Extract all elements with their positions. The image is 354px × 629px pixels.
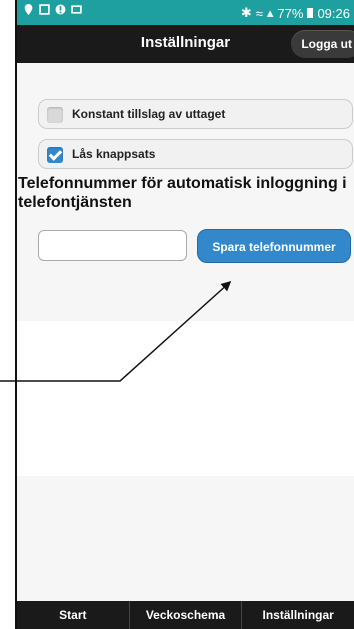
empty-area xyxy=(17,476,354,601)
phone-number-input[interactable] xyxy=(38,230,187,261)
phone-frame: ✱ ≈ ▴ 77% 09:26 Inställningar Logga ut K… xyxy=(15,0,354,629)
logout-button[interactable]: Logga ut xyxy=(291,30,354,58)
gallery-icon xyxy=(39,4,50,15)
tab-settings[interactable]: Inställningar xyxy=(242,601,354,629)
wifi-icon: ≈ xyxy=(255,5,263,21)
clock: 09:26 xyxy=(317,5,350,21)
app-header: Inställningar Logga ut xyxy=(17,25,354,63)
bluetooth-icon: ✱ xyxy=(240,5,252,20)
photo-icon xyxy=(71,5,82,14)
constant-switch-checkbox[interactable]: Konstant tillslag av uttaget xyxy=(38,99,353,129)
location-icon xyxy=(24,4,33,15)
signal-icon: ▴ xyxy=(266,5,274,20)
tab-start[interactable]: Start xyxy=(17,601,130,629)
battery-icon xyxy=(307,8,314,18)
checkbox-checked-icon xyxy=(47,147,63,163)
empty-area xyxy=(17,321,354,476)
lock-keypad-checkbox[interactable]: Lås knappsats xyxy=(38,139,353,169)
alert-icon xyxy=(55,4,66,15)
status-bar: ✱ ≈ ▴ 77% 09:26 xyxy=(17,0,354,25)
phone-number-heading: Telefonnummer för automatisk inloggning … xyxy=(18,175,347,211)
save-phone-button[interactable]: Spara telefonnummer xyxy=(197,229,351,263)
checkbox-label: Lås knappsats xyxy=(72,147,156,161)
bottom-nav: Start Veckoschema Inställningar xyxy=(17,601,354,629)
battery-percent: 77% xyxy=(277,5,304,21)
checkbox-label: Konstant tillslag av uttaget xyxy=(72,107,226,121)
checkbox-unchecked-icon xyxy=(47,107,63,123)
tab-weekly-schedule[interactable]: Veckoschema xyxy=(130,601,243,629)
